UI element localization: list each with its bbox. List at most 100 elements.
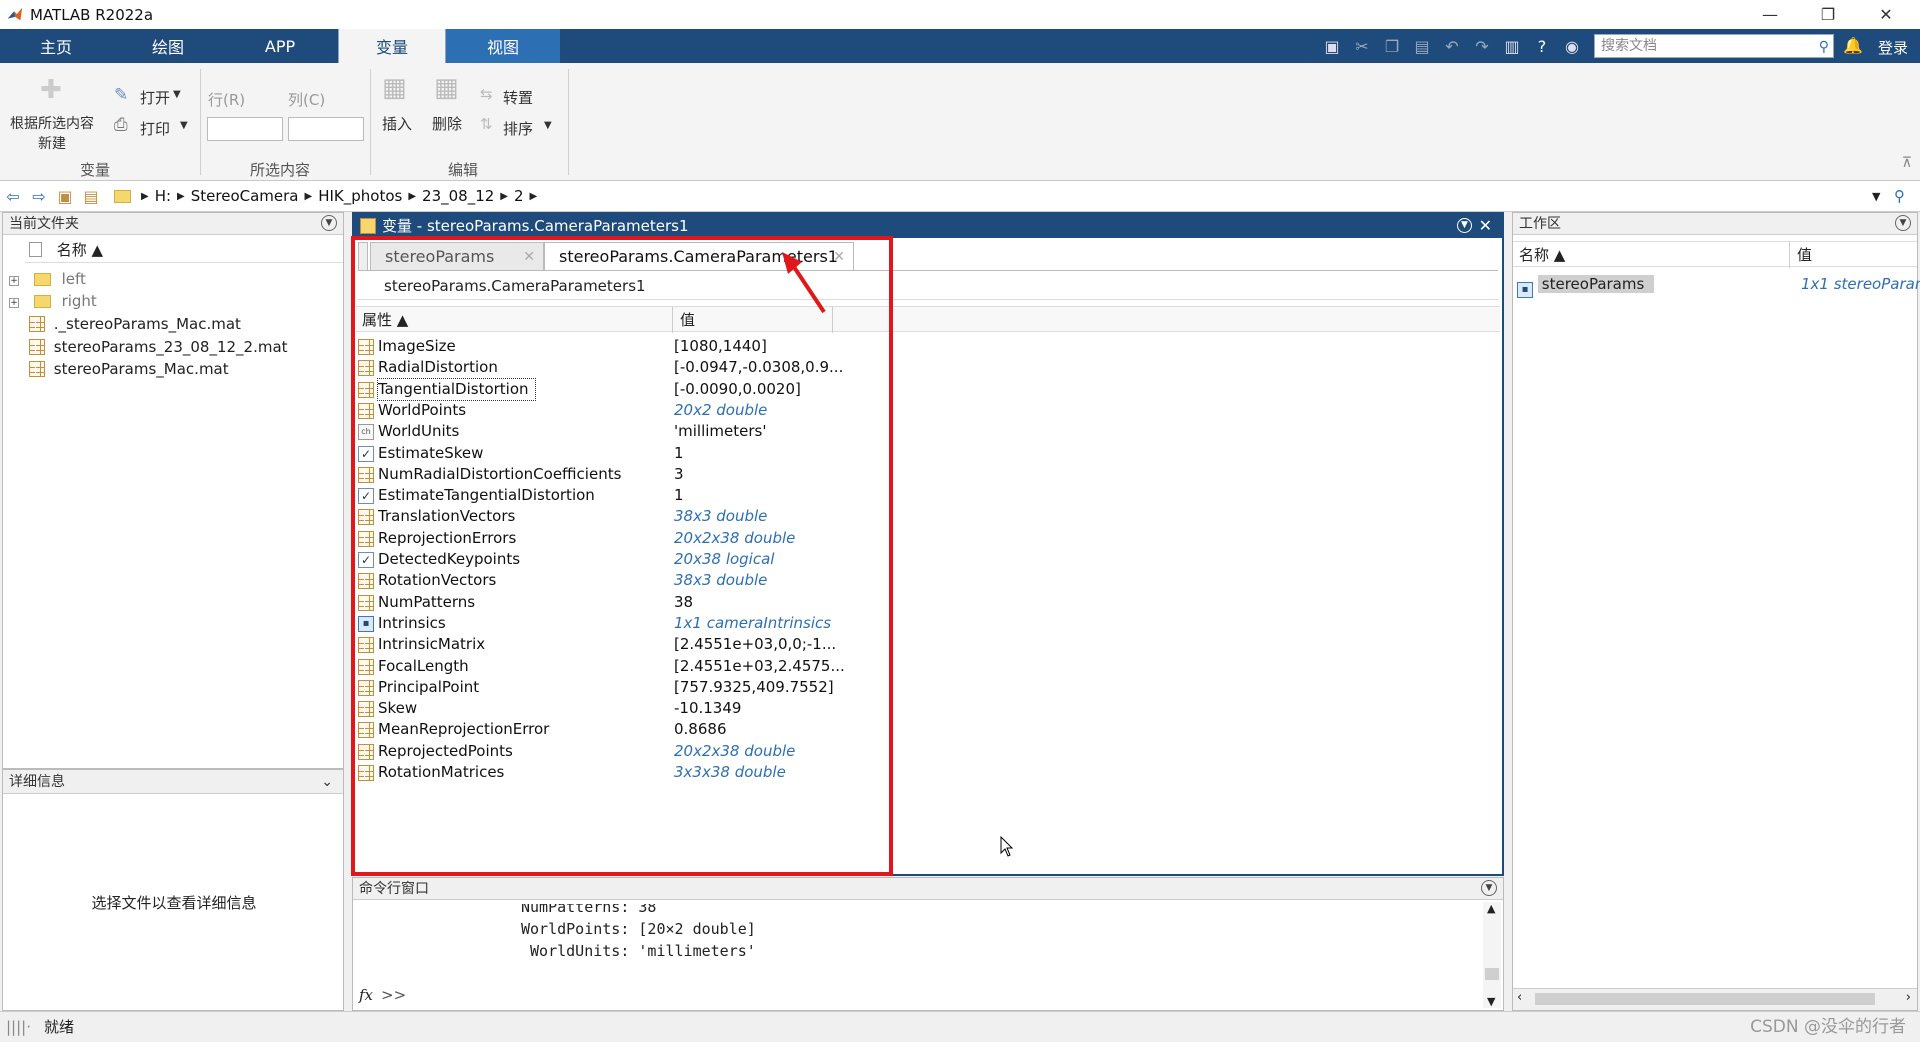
- window-title: MATLAB R2022a: [30, 5, 154, 24]
- workspace-row[interactable]: ▪ stereoParams 1x1 stereoParam: [1517, 273, 1920, 298]
- sort-dropdown-icon[interactable]: ▼: [544, 120, 552, 131]
- list-item[interactable]: ._stereoParams_Mac.mat: [29, 313, 241, 335]
- list-item[interactable]: + left: [9, 268, 86, 290]
- insert-icon[interactable]: ▦: [382, 73, 407, 103]
- command-prompt[interactable]: >>: [381, 986, 406, 1004]
- scrollbar-thumb[interactable]: [1485, 968, 1499, 980]
- list-item[interactable]: stereoParams_Mac.mat: [29, 358, 229, 380]
- notification-bell-icon[interactable]: 🔔: [1843, 36, 1863, 55]
- browse-folder-icon[interactable]: ▤: [78, 187, 104, 206]
- delete-icon[interactable]: ▦: [434, 73, 459, 103]
- close-editor-icon[interactable]: ✕: [1479, 214, 1492, 238]
- workspace-title: 工作区: [1519, 216, 1561, 232]
- cut-icon[interactable]: ✂: [1352, 37, 1372, 57]
- current-folder-header: 当前文件夹 ▼: [3, 213, 343, 235]
- vertical-scrollbar[interactable]: ▲ ▼: [1483, 902, 1501, 1008]
- insert-button[interactable]: 插入: [382, 113, 412, 134]
- scroll-left-icon[interactable]: ‹: [1517, 990, 1522, 1005]
- panel-options-icon[interactable]: ▼: [1481, 880, 1497, 896]
- panel-options-icon[interactable]: ▼: [321, 215, 337, 231]
- command-output-line: WorldPoints: [20×2 double]: [521, 920, 756, 938]
- address-search-icon[interactable]: ⚲: [1894, 187, 1905, 205]
- name-column-header[interactable]: 名称 ▲: [25, 237, 343, 263]
- transpose-button[interactable]: 转置: [503, 87, 533, 108]
- undo-icon[interactable]: ↶: [1442, 37, 1462, 57]
- breadcrumb-arrow-icon: ▶: [141, 190, 149, 202]
- panel-options-icon[interactable]: ▼: [1895, 215, 1911, 231]
- file-name: ._stereoParams_Mac.mat: [53, 315, 241, 333]
- forward-icon[interactable]: ⇨: [26, 187, 52, 206]
- minimize-button[interactable]: —: [1742, 0, 1798, 29]
- breadcrumb-item[interactable]: 23_08_12: [422, 187, 494, 205]
- search-icon[interactable]: ⚲: [1819, 36, 1829, 58]
- close-button[interactable]: ✕: [1858, 0, 1914, 29]
- tab-plots[interactable]: 绘图: [112, 29, 224, 63]
- delete-button[interactable]: 删除: [432, 113, 462, 134]
- print-dropdown-icon[interactable]: ▼: [180, 120, 188, 131]
- address-dropdown-icon[interactable]: ▼: [1872, 190, 1880, 203]
- scroll-right-icon[interactable]: ›: [1906, 990, 1911, 1005]
- col-input[interactable]: [288, 117, 364, 141]
- print-icon[interactable]: ⎙: [114, 115, 128, 135]
- open-icon[interactable]: ✎: [114, 85, 128, 105]
- command-window-title: 命令行窗口: [359, 881, 429, 897]
- ribbon-separator: [200, 69, 201, 175]
- help-icon[interactable]: ?: [1532, 37, 1552, 57]
- struct-icon: ▪: [1517, 282, 1533, 298]
- sort-icon[interactable]: ⇅: [480, 115, 493, 133]
- row-input[interactable]: [207, 117, 283, 141]
- switch-windows-icon[interactable]: ▥: [1502, 37, 1522, 57]
- breadcrumb-arrow-icon: ▶: [500, 190, 508, 202]
- redo-icon[interactable]: ↷: [1472, 37, 1492, 57]
- mat-file-icon: [29, 361, 45, 377]
- breadcrumb-item[interactable]: H:: [155, 187, 171, 205]
- variable-name: stereoParams: [1537, 275, 1655, 293]
- breadcrumb-arrow-icon: ▶: [177, 190, 185, 202]
- tab-variable[interactable]: 变量: [338, 29, 446, 63]
- open-dropdown-icon[interactable]: ▼: [173, 89, 181, 100]
- address-bar: ⇦ ⇨ ▣ ▤ ▶ H: ▶ StereoCamera ▶ HIK_photos…: [0, 181, 1920, 212]
- breadcrumb-item[interactable]: HIK_photos: [318, 187, 402, 205]
- new-variable-icon[interactable]: ✚: [40, 75, 62, 105]
- details-panel: 详细信息 ⌄ 选择文件以查看详细信息: [2, 769, 344, 1011]
- new-label[interactable]: 新建: [38, 133, 66, 153]
- ribbon-separator: [568, 69, 569, 175]
- print-button[interactable]: 打印: [140, 118, 170, 139]
- new-from-selection-label[interactable]: 根据所选内容: [10, 113, 94, 133]
- panel-options-icon[interactable]: ▼: [1457, 218, 1472, 233]
- tab-view[interactable]: 视图: [446, 29, 560, 63]
- search-input[interactable]: 搜索文档 ⚲: [1594, 34, 1834, 58]
- expand-icon[interactable]: +: [9, 298, 19, 308]
- transpose-icon[interactable]: ⇆: [480, 85, 493, 103]
- back-icon[interactable]: ⇦: [0, 187, 26, 206]
- restore-button[interactable]: ❐: [1800, 0, 1856, 29]
- sort-button[interactable]: 排序: [503, 118, 533, 139]
- breadcrumb-arrow-icon: ▶: [529, 190, 538, 202]
- up-folder-icon[interactable]: ▣: [52, 187, 78, 206]
- dropdown-icon[interactable]: ◉: [1562, 37, 1582, 57]
- scroll-up-icon[interactable]: ▲: [1487, 902, 1495, 915]
- breadcrumb-item[interactable]: StereoCamera: [191, 187, 299, 205]
- save-icon[interactable]: ▣: [1322, 37, 1342, 57]
- login-link[interactable]: 登录: [1878, 37, 1908, 58]
- paste-icon[interactable]: ▤: [1412, 37, 1432, 57]
- tab-home[interactable]: 主页: [0, 29, 112, 63]
- breadcrumb-arrow-icon: ▶: [304, 190, 313, 202]
- value-column-header[interactable]: 值: [1797, 242, 1812, 268]
- breadcrumb-item[interactable]: 2: [514, 187, 524, 205]
- name-column-header[interactable]: 名称 ▲: [1519, 242, 1565, 268]
- open-button[interactable]: 打开: [140, 87, 170, 108]
- expand-icon[interactable]: +: [9, 276, 19, 286]
- fx-icon[interactable]: fx: [359, 986, 373, 1004]
- chevron-down-icon[interactable]: ⌄: [321, 770, 333, 794]
- mat-file-icon: [29, 316, 45, 332]
- horizontal-scrollbar[interactable]: ‹ ›: [1513, 988, 1917, 1010]
- list-item[interactable]: + right: [9, 290, 97, 312]
- copy-icon[interactable]: ❐: [1382, 37, 1402, 57]
- scroll-down-icon[interactable]: ▼: [1487, 995, 1495, 1008]
- red-arrow-annotation: [782, 252, 826, 314]
- scrollbar-thumb[interactable]: [1535, 993, 1875, 1005]
- tab-apps[interactable]: APP: [224, 29, 336, 63]
- collapse-ribbon-icon[interactable]: ⊼: [1902, 155, 1912, 171]
- list-item[interactable]: stereoParams_23_08_12_2.mat: [29, 336, 288, 358]
